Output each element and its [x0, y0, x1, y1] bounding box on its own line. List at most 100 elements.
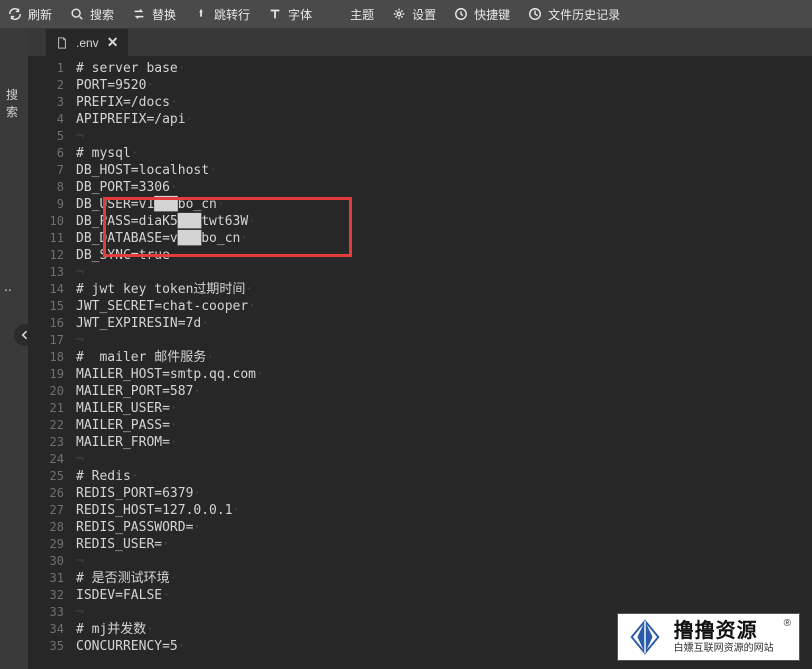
history-icon	[528, 7, 542, 21]
toolbar-shortcut[interactable]: 快捷键	[454, 6, 510, 23]
line-number: 7	[28, 162, 76, 179]
toolbar-label: 搜索	[90, 6, 114, 23]
settings-icon	[392, 7, 406, 21]
code-line[interactable]: PREFIX=/docs·	[76, 94, 812, 111]
replace-icon	[132, 7, 146, 21]
line-number: 12	[28, 247, 76, 264]
code-line[interactable]: # Redis·	[76, 468, 812, 485]
file-icon	[56, 37, 68, 49]
code-line[interactable]: ¬	[76, 128, 812, 145]
code-line[interactable]: DB_SYNC=true·	[76, 247, 812, 264]
toolbar-label: 刷新	[28, 6, 52, 23]
code-line[interactable]: MAILER_HOST=smtp.qq.com·	[76, 366, 812, 383]
code-line[interactable]: ¬	[76, 332, 812, 349]
sidebar-dots: ..	[4, 278, 12, 294]
line-number: 32	[28, 587, 76, 604]
watermark-reg-icon: ®	[784, 618, 791, 629]
code-line[interactable]: MAILER_FROM=·	[76, 434, 812, 451]
theme-icon	[330, 7, 344, 21]
code-line[interactable]: APIPREFIX=/api·	[76, 111, 812, 128]
code-line[interactable]: # mysql·	[76, 145, 812, 162]
line-number: 9	[28, 196, 76, 213]
code-line[interactable]: ¬	[76, 553, 812, 570]
toolbar-label: 文件历史记录	[548, 6, 620, 23]
toolbar-label: 字体	[288, 6, 312, 23]
editor-area: .env ✕ 123456789101112131415161718192021…	[28, 28, 812, 669]
toolbar-search[interactable]: 搜索	[70, 6, 114, 23]
line-number: 10	[28, 213, 76, 230]
toolbar-settings[interactable]: 设置	[392, 6, 436, 23]
search-icon	[70, 7, 84, 21]
goto-icon	[194, 7, 208, 21]
watermark: 撸撸资源 白嫖互联网资源的网站 ®	[617, 613, 800, 661]
line-number: 5	[28, 128, 76, 145]
line-number: 8	[28, 179, 76, 196]
toolbar-history[interactable]: 文件历史记录	[528, 6, 620, 23]
code-line[interactable]: REDIS_HOST=127.0.0.1·	[76, 502, 812, 519]
line-number: 33	[28, 604, 76, 621]
code-line[interactable]: PORT=9520·	[76, 77, 812, 94]
code-line[interactable]: MAILER_PASS=·	[76, 417, 812, 434]
line-number: 25	[28, 468, 76, 485]
toolbar: 刷新 搜索 替换 跳转行 字体 主题 设置 快捷键 文件历史记录	[0, 0, 812, 28]
line-number: 17	[28, 332, 76, 349]
line-number: 13	[28, 264, 76, 281]
watermark-logo-icon	[626, 618, 664, 656]
line-number: 14	[28, 281, 76, 298]
code-line[interactable]: # server base·	[76, 60, 812, 77]
watermark-title: 撸撸资源	[674, 619, 774, 643]
code-line[interactable]: # mailer 邮件服务·	[76, 349, 812, 366]
line-number: 31	[28, 570, 76, 587]
toolbar-goto[interactable]: 跳转行	[194, 6, 250, 23]
line-number: 19	[28, 366, 76, 383]
line-number: 22	[28, 417, 76, 434]
toolbar-font[interactable]: 字体	[268, 6, 312, 23]
tab-env[interactable]: .env ✕	[46, 29, 128, 56]
toolbar-label: 快捷键	[474, 6, 510, 23]
main: 搜索 .. .env ✕ 123456789101112131415161718…	[0, 28, 812, 669]
toolbar-label: 替换	[152, 6, 176, 23]
code-line[interactable]: MAILER_PORT=587·	[76, 383, 812, 400]
code-line[interactable]: MAILER_USER=·	[76, 400, 812, 417]
code-line[interactable]: REDIS_PORT=6379·	[76, 485, 812, 502]
shortcut-icon	[454, 7, 468, 21]
line-number: 35	[28, 638, 76, 655]
code-line[interactable]: DB_DATABASE=v███bo_cn·	[76, 230, 812, 247]
line-number: 21	[28, 400, 76, 417]
line-number: 15	[28, 298, 76, 315]
toolbar-label: 主题	[350, 6, 374, 23]
toolbar-replace[interactable]: 替换	[132, 6, 176, 23]
line-number: 16	[28, 315, 76, 332]
code-line[interactable]: # jwt key token过期时间·	[76, 281, 812, 298]
line-number: 28	[28, 519, 76, 536]
tab-filename: .env	[76, 36, 99, 50]
line-number: 4	[28, 111, 76, 128]
line-number: 1	[28, 60, 76, 77]
code-line[interactable]: JWT_EXPIRESIN=7d·	[76, 315, 812, 332]
code-line[interactable]: JWT_SECRET=chat-cooper·	[76, 298, 812, 315]
code-line[interactable]: ¬	[76, 264, 812, 281]
code-line[interactable]: DB_PORT=3306·	[76, 179, 812, 196]
line-number: 27	[28, 502, 76, 519]
code-line[interactable]: ¬	[76, 451, 812, 468]
toolbar-theme[interactable]: 主题	[330, 6, 374, 23]
sidebar: 搜索 ..	[0, 28, 28, 669]
toolbar-refresh[interactable]: 刷新	[8, 6, 52, 23]
code-lines[interactable]: # server base·PORT=9520·PREFIX=/docs·API…	[76, 56, 812, 669]
code-line[interactable]: DB_USER=v1███bo_cn·	[76, 196, 812, 213]
code-line[interactable]: REDIS_PASSWORD=·	[76, 519, 812, 536]
tab-bar: .env ✕	[28, 28, 812, 56]
code-area[interactable]: 1234567891011121314151617181920212223242…	[28, 56, 812, 669]
sidebar-search-label[interactable]: 搜索	[0, 82, 28, 124]
line-number: 34	[28, 621, 76, 638]
code-line[interactable]: REDIS_USER=·	[76, 536, 812, 553]
code-line[interactable]: DB_PASS=diaK5███twt63W·	[76, 213, 812, 230]
close-icon[interactable]: ✕	[107, 34, 119, 51]
watermark-subtitle: 白嫖互联网资源的网站	[674, 643, 774, 655]
code-line[interactable]: ISDEV=FALSE·	[76, 587, 812, 604]
code-line[interactable]: # 是否测试环境·	[76, 570, 812, 587]
line-number: 11	[28, 230, 76, 247]
code-line[interactable]: DB_HOST=localhost·	[76, 162, 812, 179]
line-number: 26	[28, 485, 76, 502]
line-number: 18	[28, 349, 76, 366]
